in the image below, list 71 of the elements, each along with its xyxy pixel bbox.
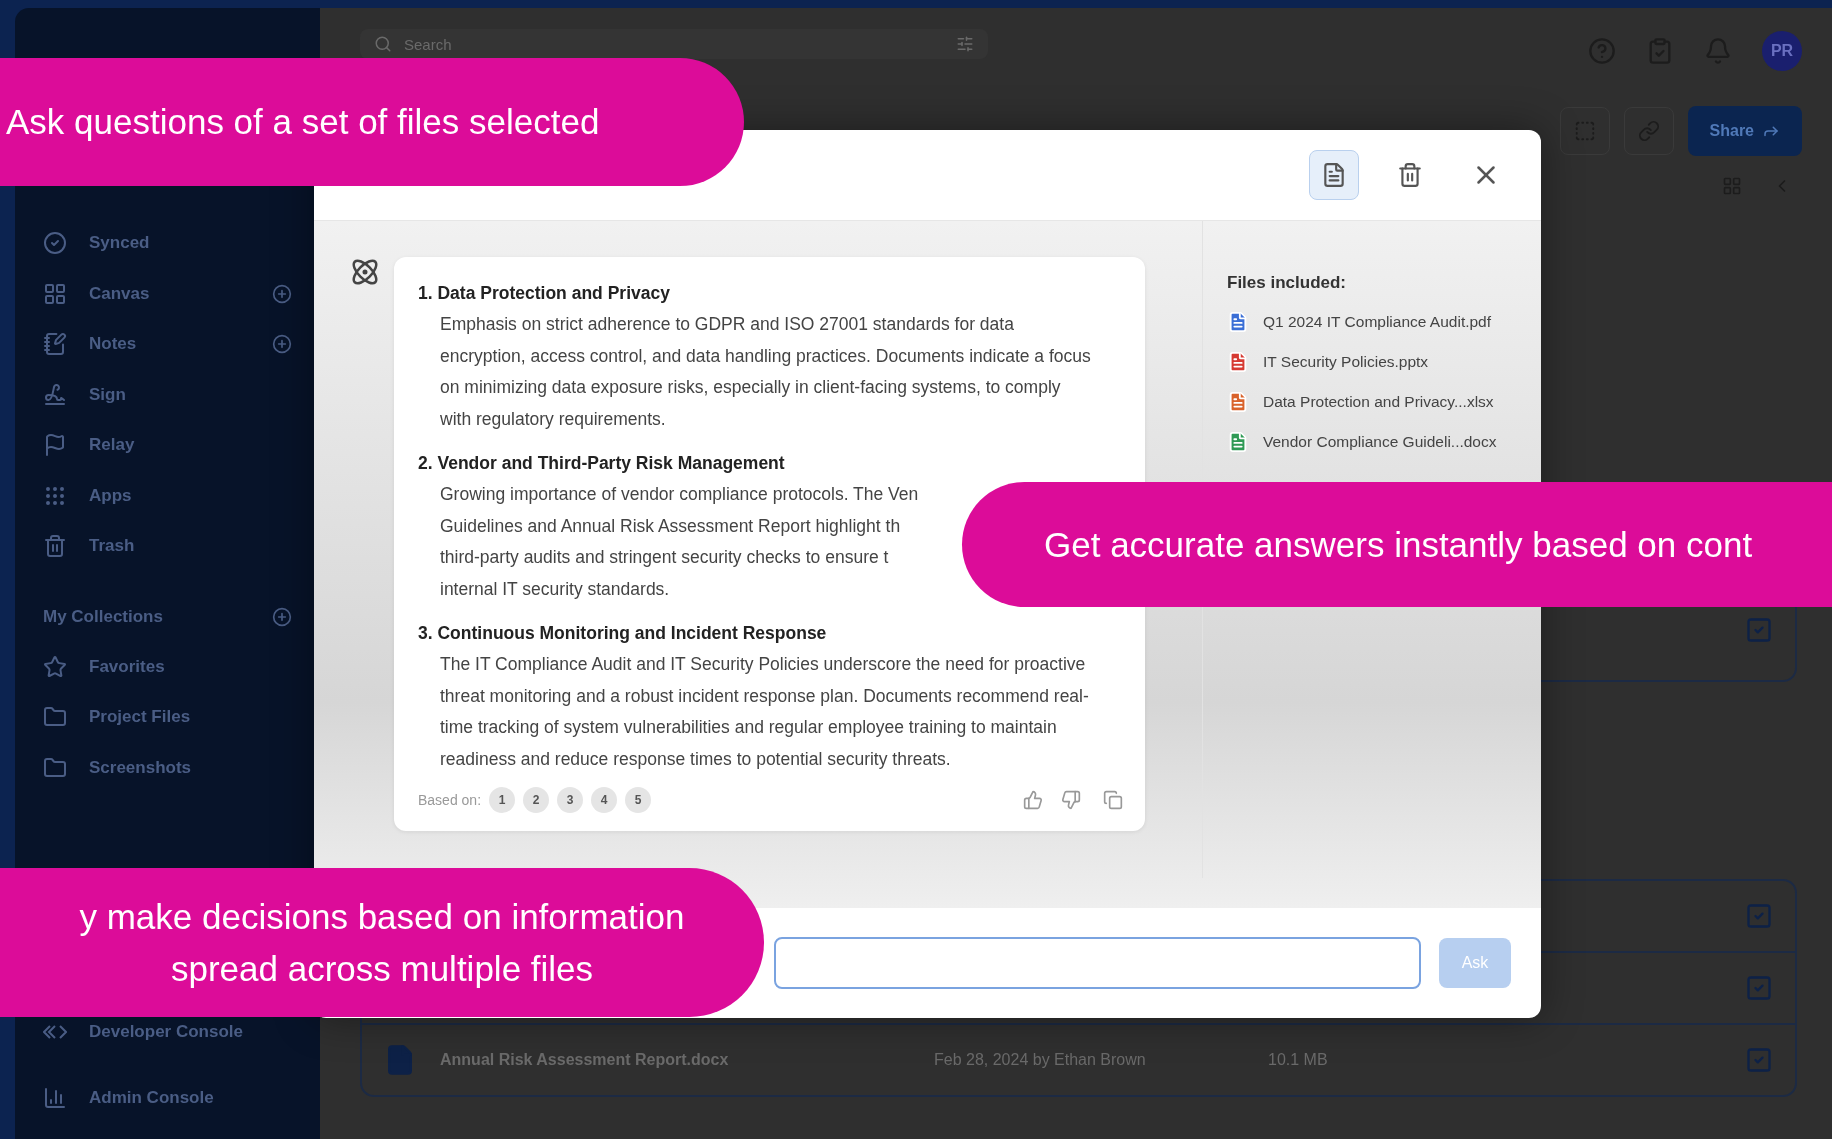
code-icon — [43, 1025, 67, 1039]
sidebar-item[interactable]: Canvas — [89, 283, 250, 304]
check-circle-icon — [43, 231, 67, 256]
collection-item[interactable]: Project Files — [89, 707, 292, 728]
sidebar-item[interactable]: Relay — [89, 435, 292, 456]
collection-button[interactable] — [1559, 107, 1610, 155]
notes-icon — [43, 332, 67, 357]
file-name[interactable]: Vendor Compliance Guideli...docx — [1263, 433, 1497, 451]
sidebar-item[interactable]: Admin Console — [89, 1088, 292, 1108]
checkbox[interactable] — [1745, 616, 1773, 644]
sidebar-item[interactable]: Trash — [89, 536, 292, 557]
add-icon[interactable] — [272, 606, 292, 627]
checkbox[interactable] — [1745, 974, 1773, 1002]
callout-text: Ask questions of a set of files selected — [6, 101, 601, 143]
callout-text: spread across multiple files — [169, 947, 595, 990]
filter-icon[interactable] — [956, 35, 974, 53]
sidebar-item[interactable]: Notes — [89, 334, 250, 355]
based-on-label: Based on: — [418, 792, 482, 808]
add-icon[interactable] — [272, 334, 292, 355]
flag-icon — [43, 433, 67, 458]
files-toggle-button[interactable] — [1309, 150, 1359, 200]
source-citation[interactable]: 3 — [557, 787, 584, 813]
sidebar-item[interactable]: Sign — [89, 384, 292, 405]
source-citation[interactable]: 2 — [523, 787, 550, 813]
answer-line: internal IT security standards. — [440, 577, 670, 601]
avatar[interactable]: PR — [1762, 31, 1802, 71]
sidebar-item[interactable]: Apps — [89, 485, 292, 506]
share-button[interactable]: Share — [1687, 106, 1802, 156]
callout-text: Get accurate answers instantly based on cont — [1044, 523, 1754, 566]
question-input[interactable] — [774, 937, 1421, 989]
link-button[interactable] — [1623, 107, 1674, 155]
files-heading: Files included: — [1227, 273, 1348, 293]
file-name[interactable]: Q1 2024 IT Compliance Audit.pdf — [1263, 313, 1492, 331]
star-icon — [43, 654, 67, 679]
grid-icon — [43, 281, 67, 306]
answer-line: third-party audits and stringent security checks to ensure t — [440, 546, 889, 569]
file-name[interactable]: Data Protection and Privacy...xlsx — [1263, 393, 1494, 411]
add-icon[interactable] — [272, 283, 292, 304]
source-citation[interactable]: 4 — [591, 787, 618, 813]
search-icon — [374, 35, 392, 53]
collection-item[interactable]: Favorites — [89, 656, 292, 677]
collections-heading: My Collections — [43, 606, 163, 627]
answer-line: Guidelines and Annual Risk Assessment Report highlight th — [440, 514, 901, 538]
answer-paragraph: The IT Compliance Audit and IT Security Policies underscore the need for proactive threat monitoring and a robust incident response plan. Documents recommend real-time tracking of system vulnerabilities and regular employee training to maintain readiness and reduce response times to potential security threats. — [440, 653, 1090, 771]
answer-heading: 3. Continuous Monitoring and Incident Response — [418, 622, 828, 645]
source-citation[interactable]: 5 — [625, 787, 652, 813]
thumbs-up-icon[interactable] — [1023, 790, 1043, 810]
document-icon — [1321, 162, 1347, 188]
collection-item[interactable]: Screenshots — [89, 757, 292, 778]
size-cell-text: 10.1 MB — [1268, 1051, 1329, 1069]
answer-paragraph: Emphasis on strict adherence to GDPR and ISO 27001 standards for data encryption, access control, and data handling practices. Documents indicate a focus on minimizing data exposure risks, especially in client-facing systems, to comply with regulatory requirements. — [440, 313, 1092, 431]
signature-icon — [43, 382, 67, 407]
folder-icon — [43, 755, 67, 780]
source-citation[interactable]: 1 — [489, 787, 516, 813]
thumbs-down-icon[interactable] — [1061, 790, 1081, 810]
answer-heading: 2. Vendor and Third-Party Risk Management — [418, 452, 786, 475]
trash-icon — [43, 534, 67, 559]
bar-chart-icon — [43, 1086, 67, 1110]
atom-icon — [350, 257, 380, 287]
answer-line: Growing importance of vendor compliance protocols. The Ven — [440, 483, 919, 506]
callout-text: y make decisions based on information — [78, 895, 686, 938]
checkbox[interactable] — [1745, 902, 1773, 930]
sidebar-item[interactable]: Synced — [89, 233, 292, 254]
sidebar-item[interactable]: Developer Console — [89, 1022, 292, 1042]
checkbox[interactable] — [1745, 1046, 1773, 1074]
trash-icon — [1397, 162, 1423, 188]
answer-heading: 1. Data Protection and Privacy — [418, 282, 671, 305]
modified-cell-text: Feb 28, 2024 by Ethan Brown — [934, 1051, 1147, 1069]
copy-icon[interactable] — [1103, 790, 1123, 810]
file-name[interactable]: Annual Risk Assessment Report.docx — [440, 1051, 910, 1069]
file-name[interactable]: IT Security Policies.pptx — [1263, 353, 1429, 371]
